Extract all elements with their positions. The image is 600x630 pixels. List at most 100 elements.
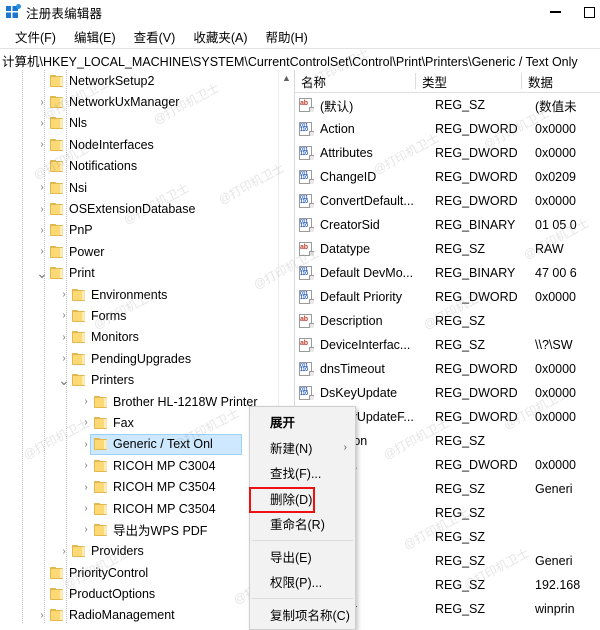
- value-row[interactable]: 011 110 Attributes REG_DWORD 0x0000: [295, 141, 600, 165]
- context-menu-item-1[interactable]: 新建(N) ›: [250, 435, 355, 461]
- column-header-name[interactable]: 名称: [295, 70, 416, 92]
- tree-item-networksetup2[interactable]: NetworkSetup2: [0, 70, 294, 91]
- registry-editor-window: 注册表编辑器 文件(F) 编辑(E) 查看(V) 收藏夹(A) 帮助(H) 计算…: [0, 0, 600, 630]
- value-type: REG_SZ: [435, 602, 486, 616]
- tree-item-monitors[interactable]: › Monitors: [0, 327, 294, 348]
- chevron-right-icon[interactable]: ›: [78, 503, 94, 514]
- chevron-right-icon[interactable]: ›: [34, 182, 50, 193]
- menu-favorites[interactable]: 收藏夹(A): [184, 25, 256, 48]
- value-name: Default Priority: [320, 290, 402, 304]
- chevron-right-icon[interactable]: ›: [78, 396, 94, 407]
- value-data: 0x0000: [535, 122, 577, 136]
- chevron-down-icon[interactable]: ⌄: [34, 266, 50, 280]
- chevron-down-icon[interactable]: ⌄: [56, 373, 72, 387]
- context-menu-item-5[interactable]: 导出(E): [250, 544, 355, 570]
- menu-view[interactable]: 查看(V): [125, 25, 185, 48]
- chevron-right-icon[interactable]: ›: [34, 610, 50, 621]
- chevron-right-icon[interactable]: ›: [56, 546, 72, 557]
- minimize-button[interactable]: [538, 0, 572, 24]
- chevron-right-icon[interactable]: ›: [34, 139, 50, 150]
- tree-item-osextensiondatabase[interactable]: › OSExtensionDatabase: [0, 198, 294, 219]
- context-menu[interactable]: 展开 新建(N) › 查找(F)... 删除(D) 重命名(R) 导出(E) 权限(P)...…: [249, 406, 356, 630]
- tree-item-label: Fax: [113, 415, 134, 430]
- tree-item-print[interactable]: ⌄ Print: [0, 263, 294, 284]
- value-row[interactable]: ab Description REG_SZ: [295, 309, 600, 333]
- context-menu-item-label: 重命名(R): [270, 518, 325, 533]
- tree-item-label: Notifications: [69, 159, 138, 174]
- menu-edit[interactable]: 编辑(E): [65, 25, 125, 48]
- value-row[interactable]: 011 110 DsKeyUpdate REG_DWORD 0x0000: [295, 381, 600, 405]
- value-row[interactable]: 011 110 Action REG_DWORD 0x0000: [295, 117, 600, 141]
- folder-icon: [50, 566, 64, 579]
- tree-item-pendingupgrades[interactable]: › PendingUpgrades: [0, 348, 294, 369]
- value-name: Action: [320, 122, 355, 136]
- maximize-button[interactable]: [572, 0, 600, 24]
- context-menu-item-label: 新建(N): [270, 441, 313, 456]
- value-row[interactable]: 011 110 Default Priority REG_DWORD 0x0000: [295, 285, 600, 309]
- chevron-right-icon[interactable]: ›: [34, 97, 50, 108]
- menu-help[interactable]: 帮助(H): [256, 25, 316, 48]
- tree-item-environments[interactable]: › Environments: [0, 284, 294, 305]
- column-header-data[interactable]: 数据: [522, 70, 600, 92]
- value-type: REG_SZ: [435, 530, 486, 544]
- tree-item-networkuxmanager[interactable]: › NetworkUxManager: [0, 91, 294, 112]
- chevron-right-icon[interactable]: ›: [56, 332, 72, 343]
- address-bar[interactable]: 计算机\HKEY_LOCAL_MACHINE\SYSTEM\CurrentCon…: [0, 48, 600, 72]
- tree-item-power[interactable]: › Power: [0, 241, 294, 262]
- value-row[interactable]: ab DeviceInterfac... REG_SZ \\?\SW: [295, 333, 600, 357]
- value-row[interactable]: 011 110 CreatorSid REG_BINARY 01 05 0: [295, 213, 600, 237]
- tree-item-label: Monitors: [91, 330, 139, 345]
- value-row[interactable]: ab (默认) REG_SZ (数值未: [295, 93, 600, 117]
- menu-bar: 文件(F) 编辑(E) 查看(V) 收藏夹(A) 帮助(H): [0, 24, 600, 48]
- tree-item-nsi[interactable]: › Nsi: [0, 177, 294, 198]
- folder-icon: [94, 459, 108, 472]
- context-menu-item-4[interactable]: 重命名(R): [250, 511, 355, 537]
- value-type: REG_BINARY: [435, 266, 516, 280]
- value-row[interactable]: ab Datatype REG_SZ RAW: [295, 237, 600, 261]
- binary-value-icon: 011110: [299, 386, 314, 400]
- value-data: 0x0000: [535, 290, 577, 304]
- chevron-right-icon[interactable]: ›: [34, 225, 50, 236]
- value-row[interactable]: 011 110 ConvertDefault... REG_DWORD 0x0000: [295, 189, 600, 213]
- value-name: Default DevMo...: [320, 266, 414, 280]
- value-row[interactable]: 011 110 ChangeID REG_DWORD 0x0209: [295, 165, 600, 189]
- tree-item-label: 导出为WPS PDF: [113, 524, 208, 539]
- folder-icon: [94, 502, 108, 515]
- tree-item-notifications[interactable]: Notifications: [0, 156, 294, 177]
- context-menu-item-0[interactable]: 展开: [250, 409, 355, 435]
- value-type: REG_SZ: [435, 554, 486, 568]
- tree-item-label: RadioManagement: [69, 608, 175, 623]
- context-menu-item-2[interactable]: 查找(F)...: [250, 460, 355, 486]
- title-bar: 注册表编辑器: [0, 0, 600, 24]
- scroll-up-icon[interactable]: ▲: [279, 70, 294, 86]
- menu-file[interactable]: 文件(F): [6, 25, 65, 48]
- tree-item-nodeinterfaces[interactable]: › NodeInterfaces: [0, 134, 294, 155]
- context-menu-item-7[interactable]: 复制项名称(C): [250, 602, 355, 628]
- tree-item-forms[interactable]: › Forms: [0, 305, 294, 326]
- value-name: ChangeID: [320, 170, 377, 184]
- column-header-type[interactable]: 类型: [416, 70, 522, 92]
- chevron-right-icon[interactable]: ›: [34, 246, 50, 257]
- chevron-right-icon[interactable]: ›: [34, 204, 50, 215]
- chevron-right-icon[interactable]: ›: [78, 524, 94, 535]
- value-data: 0x0000: [535, 194, 577, 208]
- chevron-right-icon[interactable]: ›: [56, 353, 72, 364]
- value-row[interactable]: 011 110 Default DevMo... REG_BINARY 47 00 6: [295, 261, 600, 285]
- tree-item-label: Print: [69, 266, 95, 281]
- chevron-right-icon[interactable]: ›: [34, 118, 50, 129]
- chevron-right-icon[interactable]: ›: [78, 482, 94, 493]
- window-title: 注册表编辑器: [26, 6, 103, 21]
- folder-icon: [50, 245, 64, 258]
- chevron-right-icon[interactable]: ›: [78, 417, 94, 428]
- tree-item-nls[interactable]: › Nls: [0, 113, 294, 134]
- chevron-right-icon[interactable]: ›: [78, 460, 94, 471]
- tree-item-printers[interactable]: ⌄ Printers: [0, 369, 294, 390]
- chevron-right-icon[interactable]: ›: [78, 439, 94, 450]
- context-menu-item-6[interactable]: 权限(P)...: [250, 569, 355, 595]
- folder-icon: [50, 96, 64, 109]
- chevron-right-icon[interactable]: ›: [56, 289, 72, 300]
- chevron-right-icon[interactable]: ›: [56, 310, 72, 321]
- value-type: REG_SZ: [435, 578, 486, 592]
- value-row[interactable]: 011 110 dnsTimeout REG_DWORD 0x0000: [295, 357, 600, 381]
- tree-item-pnp[interactable]: › PnP: [0, 220, 294, 241]
